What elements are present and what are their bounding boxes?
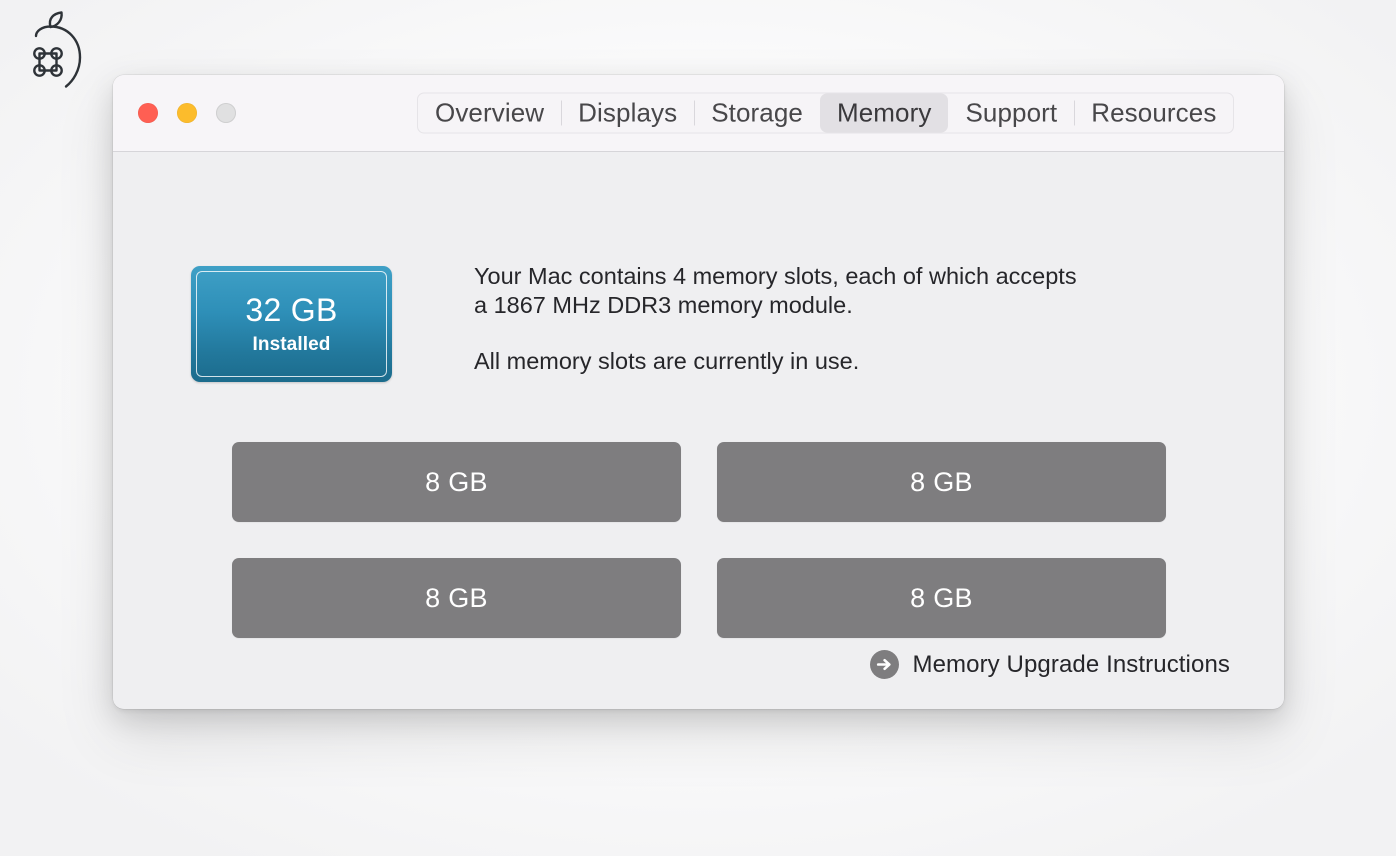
arrow-right-circle-icon	[869, 650, 899, 679]
zoom-button[interactable]	[216, 103, 236, 123]
window-controls	[138, 103, 236, 123]
apple-command-logo-icon	[16, 8, 92, 92]
memory-description-line-3: All memory slots are currently in use.	[474, 348, 860, 375]
memory-pane: 32 GB Installed Your Mac contains 4 memo…	[113, 152, 1284, 708]
memory-description-line-2: a 1867 MHz DDR3 memory module.	[474, 292, 853, 319]
memory-upgrade-instructions-link[interactable]: Memory Upgrade Instructions	[869, 650, 1231, 679]
installed-memory-badge: 32 GB Installed	[191, 266, 392, 382]
memory-slot-grid: 8 GB 8 GB 8 GB 8 GB	[232, 442, 1167, 638]
installed-memory-state: Installed	[252, 334, 331, 355]
tab-overview[interactable]: Overview	[418, 94, 561, 133]
memory-slot[interactable]: 8 GB	[717, 442, 1166, 522]
memory-slot[interactable]: 8 GB	[232, 442, 681, 522]
memory-description: Your Mac contains 4 memory slots, each o…	[474, 262, 1124, 376]
tab-resources[interactable]: Resources	[1074, 94, 1233, 133]
memory-slot[interactable]: 8 GB	[717, 558, 1166, 638]
window-titlebar: Overview Displays Storage Memory Support…	[113, 75, 1284, 152]
minimize-button[interactable]	[177, 103, 197, 123]
tab-memory[interactable]: Memory	[819, 93, 949, 133]
memory-slot[interactable]: 8 GB	[232, 558, 681, 638]
about-this-mac-window: Overview Displays Storage Memory Support…	[113, 75, 1284, 709]
tab-bar: Overview Displays Storage Memory Support…	[417, 92, 1235, 134]
memory-description-line-1: Your Mac contains 4 memory slots, each o…	[474, 263, 1077, 289]
tab-support[interactable]: Support	[948, 94, 1074, 133]
memory-upgrade-instructions-label: Memory Upgrade Instructions	[912, 650, 1230, 678]
tab-displays[interactable]: Displays	[561, 94, 694, 133]
close-button[interactable]	[138, 103, 158, 123]
installed-memory-size: 32 GB	[245, 292, 338, 328]
tab-storage[interactable]: Storage	[694, 94, 820, 133]
